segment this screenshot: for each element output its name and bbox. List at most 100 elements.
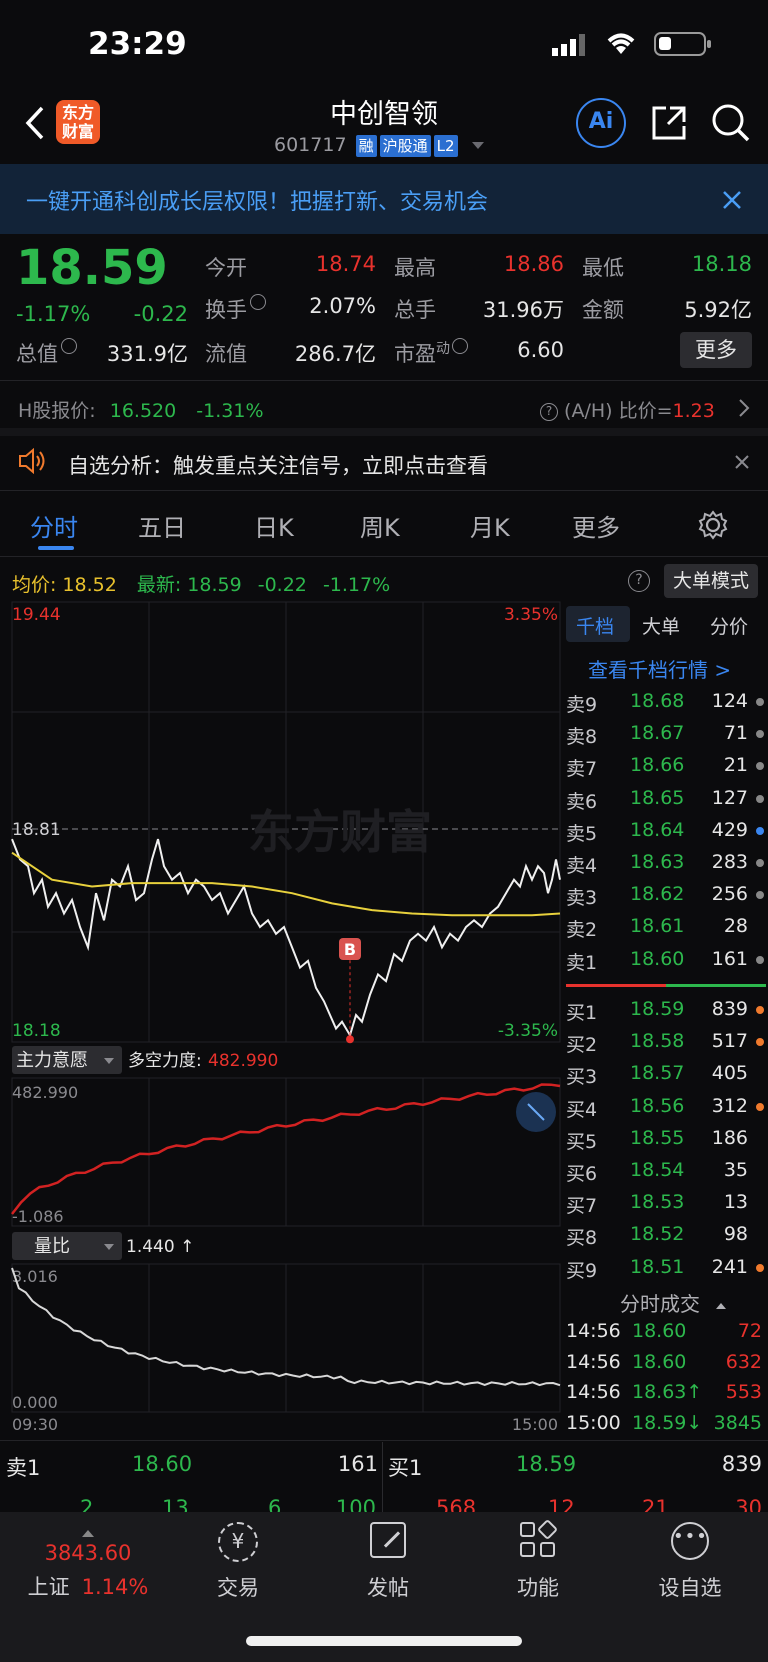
tab-more[interactable]: 更多 bbox=[572, 508, 620, 543]
bottom-buy1-label: 买1 bbox=[388, 1456, 423, 1480]
nav-trade[interactable]: ¥ 交易 bbox=[168, 1522, 308, 1602]
order-dot-icon bbox=[756, 1102, 764, 1111]
last-chg: -0.22 bbox=[257, 574, 307, 596]
high-label: 最高 bbox=[394, 256, 436, 280]
info-icon[interactable] bbox=[61, 338, 77, 354]
big-order-mode-button[interactable]: 大单模式 bbox=[664, 564, 758, 598]
ask-row[interactable]: 卖9 18.68 124 bbox=[566, 686, 766, 718]
tab-five-day[interactable]: 五日 bbox=[138, 508, 186, 543]
close-icon[interactable] bbox=[722, 190, 742, 214]
divider bbox=[0, 490, 768, 491]
partial-value: 30 bbox=[735, 1498, 762, 1512]
bid-volume: 312 bbox=[711, 1094, 748, 1117]
info-icon[interactable] bbox=[452, 338, 468, 354]
ask-price: 18.60 bbox=[630, 947, 685, 970]
bid-row[interactable]: 买9 18.51 241 bbox=[566, 1252, 766, 1284]
ask-row[interactable]: 卖2 18.61 28 bbox=[566, 911, 766, 943]
bid-label: 买3 bbox=[566, 1066, 598, 1089]
ask-row[interactable]: 卖4 18.63 283 bbox=[566, 847, 766, 879]
nav-add-watchlist-label: 设自选 bbox=[658, 1576, 722, 1600]
bid-row[interactable]: 买5 18.55 186 bbox=[566, 1123, 766, 1155]
search-icon[interactable] bbox=[710, 102, 752, 148]
nav-post-label: 发帖 bbox=[367, 1576, 409, 1600]
close-icon[interactable] bbox=[734, 454, 750, 474]
pct-max-label: 3.35% bbox=[504, 605, 558, 625]
pe-label-text: 市盈 bbox=[394, 342, 436, 366]
ask-row[interactable]: 卖7 18.66 21 bbox=[566, 750, 766, 782]
nav-functions[interactable]: 功能 bbox=[468, 1518, 608, 1602]
y-max-label: 19.44 bbox=[12, 605, 61, 625]
volume-value: 31.96万 bbox=[482, 298, 564, 322]
tab-monthly-k[interactable]: 月K bbox=[470, 508, 510, 543]
buy-marker-label: B bbox=[344, 940, 356, 959]
bid-label: 买6 bbox=[566, 1163, 598, 1185]
x-start-label: 09:30 bbox=[12, 1415, 58, 1434]
speaker-icon bbox=[18, 447, 48, 478]
ask-label: 卖3 bbox=[566, 887, 598, 910]
notice-text[interactable]: 自选分析：触发重点关注信号，立即点击查看 bbox=[68, 450, 488, 480]
help-icon: ? bbox=[540, 402, 558, 421]
trade-volume: 632 bbox=[725, 1350, 762, 1373]
buy-marker-dot bbox=[346, 1035, 354, 1044]
turnover-value: 2.07% bbox=[309, 294, 376, 318]
intraday-chart[interactable]: 东方财富 19.44 3.35% 18.81 18.18 -3.35% B 主力意愿 多空力度:… bbox=[0, 600, 566, 1438]
share-icon[interactable] bbox=[650, 104, 688, 146]
ai-button[interactable]: Ai bbox=[576, 98, 626, 148]
bid-price: 18.59 bbox=[630, 998, 685, 1020]
ask-label: 卖5 bbox=[566, 822, 598, 845]
nav-add-watchlist[interactable]: ••• 设自选 bbox=[620, 1522, 760, 1602]
bid-row[interactable]: 买2 18.58 517 bbox=[566, 1026, 766, 1058]
ask-label: 卖7 bbox=[566, 758, 598, 781]
bid-row[interactable]: 买3 18.57 405 bbox=[566, 1058, 766, 1090]
chevron-right-icon[interactable] bbox=[738, 398, 750, 422]
last-label: 最新: bbox=[136, 574, 182, 596]
partial-value: 100 bbox=[335, 1498, 376, 1512]
orderbook-tab-price[interactable]: 分价 bbox=[710, 612, 748, 639]
stock-code-line[interactable]: 601717 融沪股通 L2 bbox=[274, 134, 484, 157]
bottom-sell1-price: 18.60 bbox=[132, 1452, 193, 1476]
nav-post[interactable]: 发帖 bbox=[318, 1522, 458, 1602]
trades-title[interactable]: 分时成交 bbox=[620, 1288, 727, 1317]
bottom-divider-v bbox=[382, 1442, 383, 1512]
caret-up-icon bbox=[716, 1302, 727, 1309]
ask-row[interactable]: 卖8 18.67 71 bbox=[566, 718, 766, 750]
tab-daily-k[interactable]: 日K bbox=[254, 508, 294, 543]
ask-row[interactable]: 卖1 18.60 161 bbox=[566, 944, 766, 976]
more-button[interactable]: 更多 bbox=[680, 332, 752, 368]
bid-row[interactable]: 买4 18.56 312 bbox=[566, 1091, 766, 1123]
dropdown-icon[interactable] bbox=[471, 142, 484, 149]
bid-row[interactable]: 买8 18.52 98 bbox=[566, 1219, 766, 1251]
partial-value: 568 bbox=[436, 1498, 477, 1512]
amount-value: 5.92亿 bbox=[684, 298, 752, 322]
nav-index[interactable]: 3843.60 上证 1.14% bbox=[18, 1530, 158, 1601]
change-pct: -1.17% bbox=[16, 302, 91, 326]
bid-price: 18.52 bbox=[630, 1223, 685, 1246]
orderbook-link[interactable]: 查看千档行情 > bbox=[588, 654, 731, 683]
h-share-row[interactable]: H股报价: 16.520 -1.31% bbox=[18, 396, 264, 423]
pct-min-label: -3.35% bbox=[498, 1021, 558, 1041]
more-dots-icon: ••• bbox=[671, 1522, 709, 1560]
h-share-pct: -1.31% bbox=[196, 400, 264, 422]
ask-row[interactable]: 卖5 18.64 429 bbox=[566, 815, 766, 847]
watermark: 东方财富 bbox=[248, 805, 432, 859]
bottom-sell1-vol: 161 bbox=[337, 1452, 378, 1476]
info-icon[interactable] bbox=[250, 294, 266, 310]
settings-icon[interactable] bbox=[698, 510, 728, 544]
ask-row[interactable]: 卖3 18.62 256 bbox=[566, 879, 766, 911]
indicator2-name: 量比 bbox=[34, 1236, 70, 1257]
tab-intraday[interactable]: 分时 bbox=[30, 508, 78, 543]
open-value: 18.74 bbox=[315, 252, 376, 276]
indicator1-sub-value: 482.990 bbox=[208, 1051, 278, 1071]
trade-price: 18.59↓ bbox=[632, 1411, 703, 1434]
tab-weekly-k[interactable]: 周K bbox=[360, 508, 400, 543]
bid-volume: 186 bbox=[711, 1126, 748, 1149]
bid-row[interactable]: 买7 18.53 13 bbox=[566, 1187, 766, 1219]
ask-label: 卖4 bbox=[566, 855, 598, 877]
low-label: 最低 bbox=[582, 256, 624, 280]
ask-row[interactable]: 卖6 18.65 127 bbox=[566, 783, 766, 815]
bid-row[interactable]: 买1 18.59 839 bbox=[566, 994, 766, 1026]
ah-ratio[interactable]: ? (A/H) 比价=1.23 bbox=[540, 396, 715, 423]
bid-row[interactable]: 买6 18.54 35 bbox=[566, 1155, 766, 1187]
orderbook-tab-big[interactable]: 大单 bbox=[642, 612, 680, 639]
help-icon[interactable]: ? bbox=[628, 570, 650, 592]
